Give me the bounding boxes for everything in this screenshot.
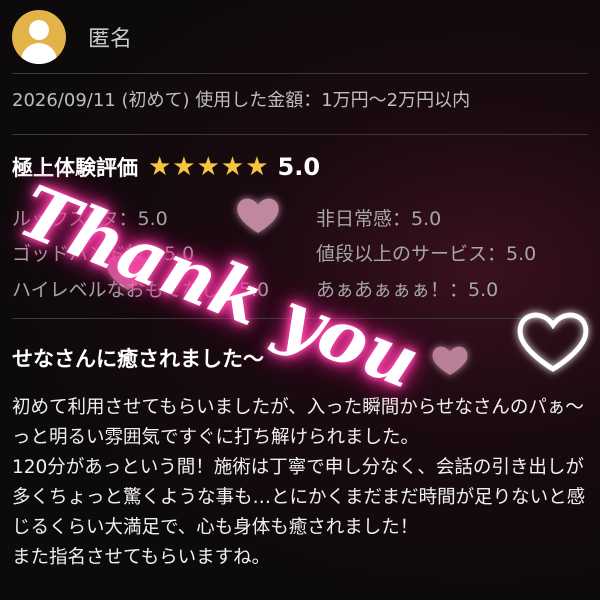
divider	[12, 134, 588, 135]
subrating-item: ハイレベルなおもてなし：5.0	[12, 279, 270, 301]
rating-row: 極上体験評価 ★★★★★ 5.0	[12, 152, 320, 182]
star-rating-icons: ★★★★★	[148, 152, 270, 182]
divider	[12, 318, 588, 319]
avatar[interactable]	[12, 10, 66, 64]
avatar-body-icon	[21, 43, 57, 64]
subrating-item: 値段以上のサービス：5.0	[316, 243, 537, 265]
review-body: 初めて利用させてもらいましたが、入った瞬間からせなさんのパぁ〜っと明るい雰囲気で…	[12, 397, 586, 568]
divider	[12, 73, 588, 74]
heart-icon	[517, 312, 589, 372]
reviewer-name: 匿名	[88, 27, 133, 52]
subrating-item: あぁあぁぁぁ！：5.0	[316, 279, 499, 301]
avatar-head-icon	[29, 20, 49, 40]
subrating-item: ゴッドハンド技：5.0	[12, 243, 195, 265]
subrating-item: ルックスSタ：5.0	[12, 208, 168, 230]
rating-label: 極上体験評価	[12, 156, 138, 180]
heart-icon	[432, 346, 468, 375]
subrating-item: 非日常感：5.0	[316, 208, 442, 230]
heart-icon	[237, 198, 279, 233]
review-title: せなさんに癒されました〜	[12, 347, 264, 371]
reviewer-header: 匿名	[12, 10, 132, 64]
rating-score: 5.0	[277, 153, 321, 181]
review-meta: 2026/09/11 (初めて) 使用した金額：1万円〜2万円以内	[12, 90, 471, 111]
